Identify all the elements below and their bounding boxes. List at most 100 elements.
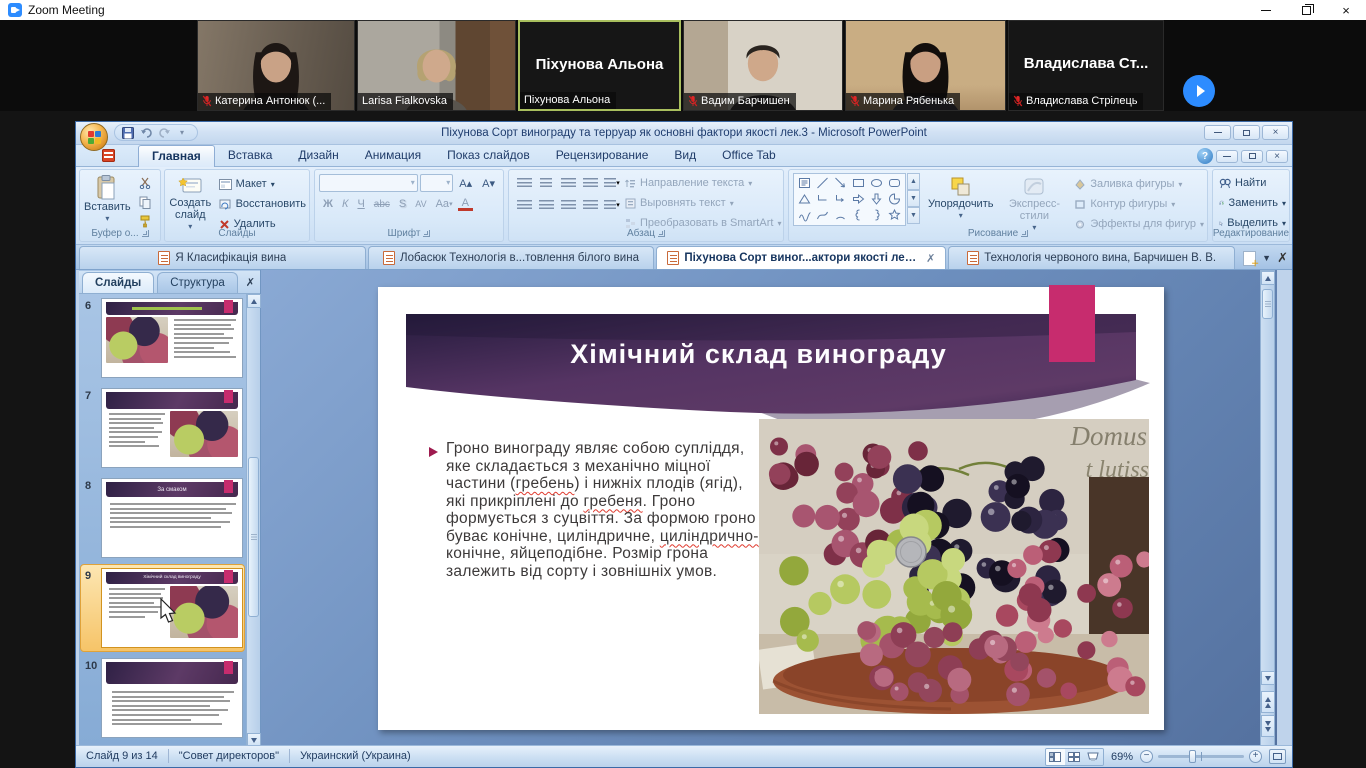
participant-tile-vladyslava[interactable]: Владислава Ст...Владислава Стрілець — [1008, 20, 1164, 111]
close-tab-button[interactable]: ✗ — [1277, 250, 1288, 266]
character-spacing-button[interactable]: AV — [411, 195, 430, 213]
document-tab-2[interactable]: Піхунова Сорт виног...актори якості лек.… — [656, 246, 946, 269]
copy-button[interactable] — [135, 193, 155, 211]
document-tab-close-icon[interactable]: ✗ — [926, 252, 935, 265]
shape-fill-button[interactable]: Заливка фигуры▾ — [1071, 175, 1207, 193]
zoom-slider-thumb[interactable] — [1189, 750, 1196, 763]
main-scrollbar[interactable] — [1260, 270, 1275, 747]
shapes-scroll-down[interactable]: ▼ — [907, 190, 920, 207]
text-shadow-button[interactable]: S — [395, 195, 410, 213]
shapes-more-button[interactable]: ▼ — [907, 207, 920, 224]
doc-close-button[interactable]: × — [1266, 150, 1288, 163]
bullets-button[interactable] — [514, 174, 534, 192]
align-center-button[interactable] — [536, 196, 556, 214]
quick-styles-button[interactable]: Экспресс-стили▾ — [1001, 173, 1067, 235]
slide-thumbnail-8[interactable]: За смаком — [101, 478, 243, 558]
align-right-button[interactable] — [558, 196, 578, 214]
shapes-scroll-up[interactable]: ▲ — [907, 173, 920, 190]
clipboard-dialog-launcher[interactable] — [142, 230, 149, 237]
ppt-close-button[interactable]: × — [1262, 125, 1289, 140]
italic-button[interactable]: К — [338, 195, 352, 213]
line-spacing-button[interactable]: ▾ — [602, 174, 622, 192]
save-button[interactable] — [121, 126, 135, 140]
ribbon-tab-дизайн[interactable]: Дизайн — [285, 145, 351, 167]
ribbon-tab-вставка[interactable]: Вставка — [215, 145, 286, 167]
increase-indent-button[interactable] — [580, 174, 600, 192]
zoom-close-button[interactable]: × — [1326, 0, 1366, 20]
paragraph-dialog-launcher[interactable] — [658, 230, 665, 237]
next-slide-button[interactable] — [1261, 715, 1275, 737]
ribbon-tab-office-tab[interactable]: Office Tab — [709, 145, 789, 167]
font-name-combo[interactable] — [319, 174, 418, 192]
main-scroll-up[interactable] — [1261, 271, 1275, 285]
slide-body-text[interactable]: Гроно винограду являє собою супліддя, як… — [446, 440, 764, 580]
participant-tile-larisa[interactable]: Larisa Fialkovska — [357, 20, 516, 111]
align-left-button[interactable] — [514, 196, 534, 214]
zoom-out-button[interactable]: − — [1140, 750, 1153, 763]
numbering-button[interactable] — [536, 174, 556, 192]
undo-button[interactable] — [139, 126, 153, 140]
shape-option-2[interactable] — [832, 176, 849, 190]
zoom-in-button[interactable]: + — [1249, 750, 1262, 763]
doc-restore-button[interactable] — [1241, 150, 1263, 163]
participant-tile-maryna[interactable]: Марина Рябенька — [845, 20, 1006, 111]
panel-scrollbar[interactable] — [246, 294, 260, 747]
new-slide-button[interactable]: Создать слайд▾ — [165, 172, 216, 234]
doc-minimize-button[interactable] — [1216, 150, 1238, 163]
panel-scroll-up[interactable] — [247, 294, 261, 308]
justify-button[interactable] — [580, 196, 600, 214]
main-scroll-thumb[interactable] — [1262, 289, 1273, 319]
grow-font-button[interactable]: A▴ — [455, 174, 476, 192]
status-theme-name[interactable]: "Совет директоров" — [169, 746, 289, 766]
shape-option-5[interactable] — [886, 176, 903, 190]
find-button[interactable]: Найти — [1216, 174, 1289, 192]
main-scroll-down[interactable] — [1261, 671, 1275, 685]
underline-button[interactable]: Ч — [353, 195, 368, 213]
zoom-slider-track[interactable] — [1158, 755, 1244, 758]
shape-option-11[interactable] — [886, 192, 903, 206]
shape-option-3[interactable] — [850, 176, 867, 190]
font-dialog-launcher[interactable] — [423, 230, 430, 237]
bold-button[interactable]: Ж — [319, 195, 337, 213]
qat-customize-dropdown[interactable]: ▾ — [175, 126, 189, 140]
office-button[interactable] — [80, 123, 108, 151]
zoom-level-label[interactable]: 69% — [1111, 751, 1133, 763]
shape-option-15[interactable] — [850, 208, 867, 222]
slideshow-view-button[interactable] — [1084, 749, 1103, 765]
document-tab-0[interactable]: Я Класифікація вина — [79, 246, 366, 269]
shape-option-7[interactable] — [814, 192, 831, 206]
shape-option-9[interactable] — [850, 192, 867, 206]
previous-slide-button[interactable] — [1261, 691, 1275, 713]
fit-to-window-button[interactable] — [1269, 749, 1286, 764]
slide-sorter-view-button[interactable] — [1065, 749, 1084, 765]
document-tab-3[interactable]: Технологія червоного вина, Барчишен В. В… — [948, 246, 1235, 269]
ribbon-tab-рецензирование[interactable]: Рецензирование — [543, 145, 662, 167]
status-language[interactable]: Украинский (Украина) — [290, 746, 421, 766]
slide-thumbnail-7[interactable] — [101, 388, 243, 468]
ribbon-tab-показ-слайдов[interactable]: Показ слайдов — [434, 145, 543, 167]
slide-page[interactable]: Хімічний склад винограду Гроно винограду… — [378, 287, 1164, 730]
shrink-font-button[interactable]: A▾ — [478, 174, 499, 192]
panel-close-icon[interactable]: ✗ — [246, 276, 255, 289]
slide-thumbnail-6[interactable] — [101, 298, 243, 378]
tab-slides[interactable]: Слайды — [82, 272, 154, 293]
change-case-button[interactable]: Aa▾ — [432, 195, 457, 213]
font-size-combo[interactable] — [420, 174, 454, 192]
shape-option-13[interactable] — [814, 208, 831, 222]
ppt-minimize-button[interactable] — [1204, 125, 1231, 140]
cut-button[interactable] — [135, 174, 155, 192]
align-text-button[interactable]: Выровнять текст▾ — [622, 194, 784, 212]
shape-option-12[interactable] — [796, 208, 813, 222]
shape-option-16[interactable] — [868, 208, 885, 222]
shape-outline-button[interactable]: Контур фигуры▾ — [1071, 195, 1207, 213]
decrease-indent-button[interactable] — [558, 174, 578, 192]
ribbon-tab-вид[interactable]: Вид — [661, 145, 709, 167]
reset-slide-button[interactable]: Восстановить — [216, 195, 309, 213]
replace-button[interactable]: abЗаменить▾ — [1216, 194, 1289, 212]
shape-option-0[interactable] — [796, 176, 813, 190]
shape-option-6[interactable] — [796, 192, 813, 206]
panel-scroll-thumb[interactable] — [248, 457, 259, 617]
shape-option-10[interactable] — [868, 192, 885, 206]
ribbon-tab-главная[interactable]: Главная — [138, 145, 215, 167]
layout-button[interactable]: Макет▾ — [216, 175, 309, 193]
